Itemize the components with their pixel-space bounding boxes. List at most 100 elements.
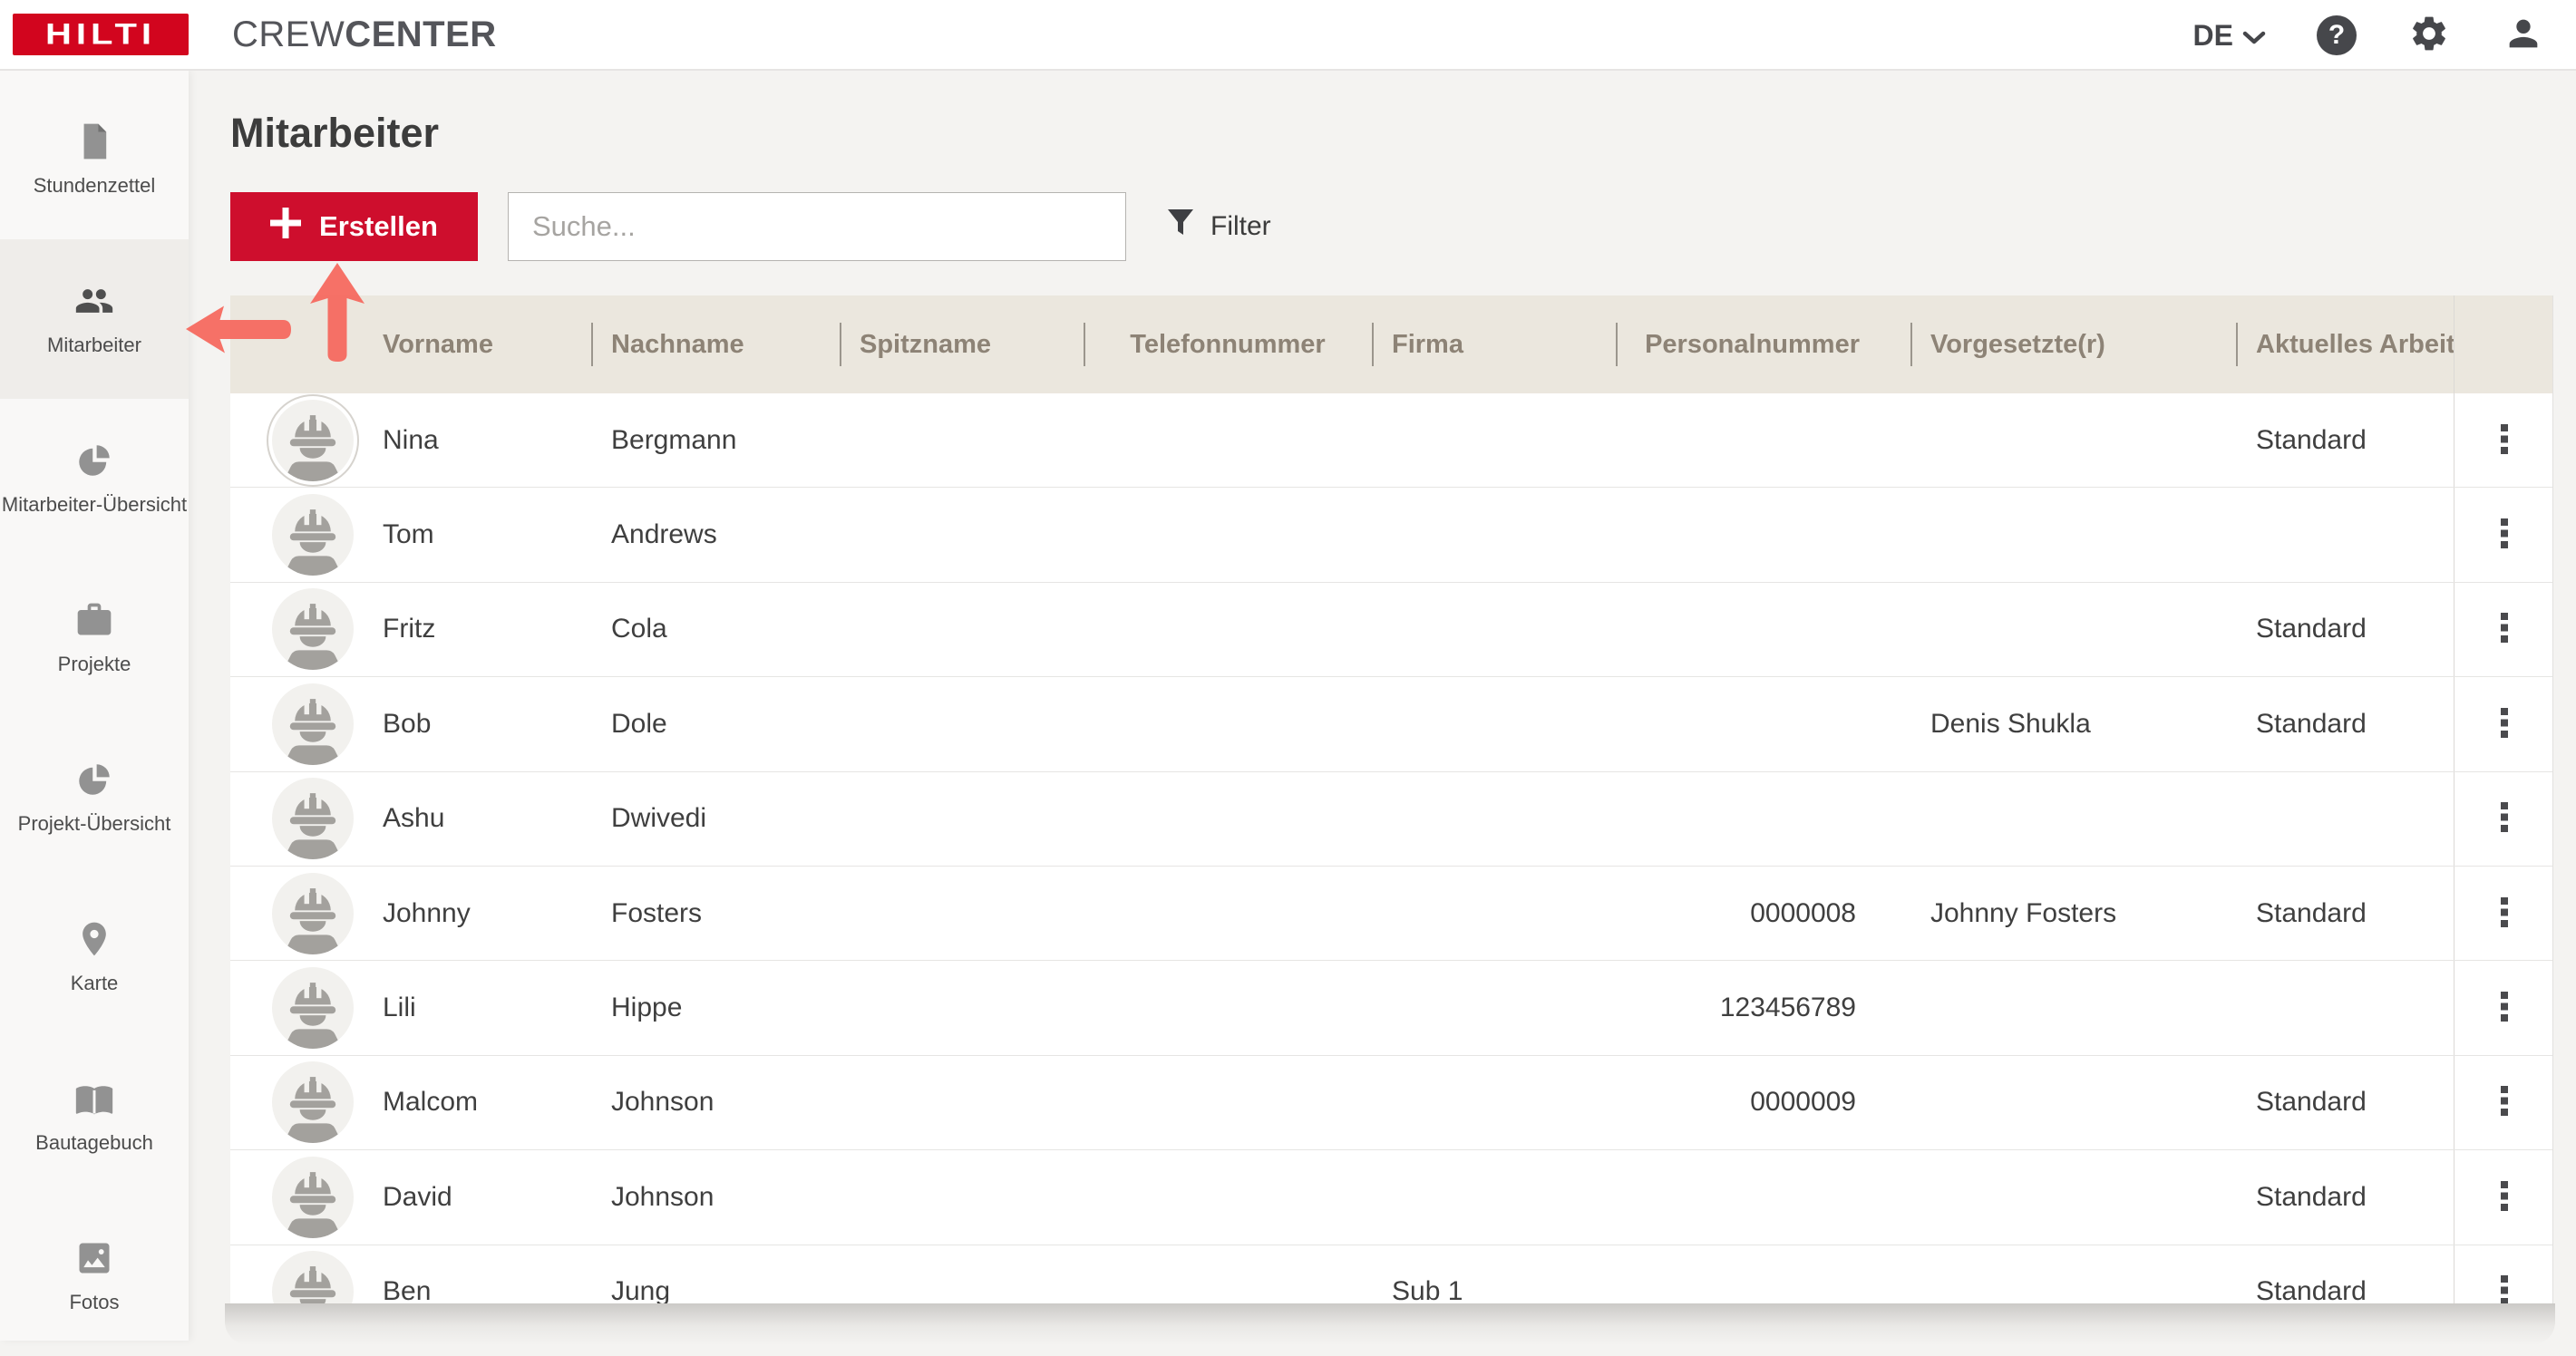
sidebar-item-label: Mitarbeiter [47, 334, 141, 356]
row-menu-button[interactable] [2490, 1264, 2519, 1303]
main-content: Mitarbeiter Erstellen Filter Vorname Nach… [189, 71, 2576, 1345]
document-icon [74, 121, 114, 161]
chevron-down-icon [2242, 19, 2266, 53]
cell-avatar [230, 583, 363, 676]
kebab-icon [2500, 1275, 2508, 1303]
gear-icon [2408, 13, 2450, 59]
table-row[interactable]: Bob Dole Denis Shukla Standard [230, 677, 2552, 772]
cell-nachname: Hippe [611, 993, 683, 1023]
worker-avatar-icon [272, 588, 354, 671]
row-menu-button[interactable] [2490, 697, 2519, 751]
cell-spitzname [840, 867, 1084, 960]
map-pin-icon [74, 919, 114, 959]
sidebar-item-label: Karte [70, 972, 119, 994]
people-icon [74, 281, 114, 321]
header-vorgesetzte: Vorgesetzte(r) [1910, 295, 2236, 393]
filter-button[interactable]: Filter [1166, 192, 1271, 261]
sidebar-item-fotos[interactable]: Fotos [0, 1196, 189, 1356]
row-menu-button[interactable] [2490, 508, 2519, 562]
cell-arbeitszeit: Standard [2256, 1181, 2367, 1212]
cell-vorname: Lili [383, 993, 416, 1023]
row-menu-button[interactable] [2490, 413, 2519, 468]
row-menu-button[interactable] [2490, 981, 2519, 1035]
cell-arbeitszeit [2236, 961, 2454, 1054]
cell-arbeitszeit: Standard [2256, 1087, 2367, 1118]
row-menu-button[interactable] [2490, 791, 2519, 846]
hilti-logo[interactable]: HILTI [13, 14, 189, 55]
cell-vorgesetzte [1910, 961, 2236, 1054]
cell-vorgesetzte [1910, 1056, 2236, 1149]
sidebar-item-mitarbeiter-uebersicht[interactable]: Mitarbeiter-Übersicht [0, 399, 189, 558]
cell-vorname: Ashu [383, 803, 445, 834]
cell-arbeitszeit: Standard [2256, 1276, 2367, 1303]
cell-avatar [230, 1150, 363, 1244]
table-row[interactable]: Johnny Fosters 0000008 Johnny Fosters Standa… [230, 866, 2552, 962]
table-row[interactable]: Ashu Dwivedi [230, 771, 2552, 867]
sidebar-item-label: Projekte [57, 653, 131, 675]
worker-avatar-icon [272, 683, 354, 765]
cell-actions [2454, 582, 2552, 677]
help-button[interactable]: ? [2317, 15, 2357, 55]
table-row[interactable]: Fritz Cola Standard [230, 582, 2552, 678]
cell-firma [1372, 772, 1616, 866]
pie-chart-icon [74, 441, 114, 480]
settings-button[interactable] [2407, 14, 2451, 57]
row-menu-button[interactable] [2490, 1075, 2519, 1129]
cell-nachname: Bergmann [611, 424, 737, 455]
cell-avatar [230, 393, 363, 487]
cell-telefonnummer [1084, 488, 1372, 581]
topbar-actions: DE ? [2193, 0, 2545, 71]
cell-vorgesetzte [1910, 772, 2236, 866]
cell-spitzname [840, 393, 1084, 487]
cell-spitzname [840, 677, 1084, 770]
table-row[interactable]: Ben Jung Sub 1 Standard [230, 1245, 2552, 1303]
cell-telefonnummer [1084, 677, 1372, 770]
create-button[interactable]: Erstellen [230, 192, 478, 261]
cell-vorname: Bob [383, 708, 432, 739]
cell-firma [1372, 677, 1616, 770]
sidebar-item-karte[interactable]: Karte [0, 877, 189, 1037]
kebab-icon [2500, 707, 2508, 741]
worker-avatar-icon [272, 1156, 354, 1238]
cell-firma [1372, 1056, 1616, 1149]
sidebar-item-label: Projekt-Übersicht [17, 812, 171, 835]
person-icon [2503, 13, 2544, 59]
cell-firma: Sub 1 [1392, 1276, 1463, 1303]
cell-vorname: Nina [383, 424, 439, 455]
cell-vorname: Malcom [383, 1087, 479, 1118]
search-input[interactable] [508, 192, 1126, 261]
cell-spitzname [840, 1245, 1084, 1303]
sidebar-item-label: Stundenzettel [33, 174, 156, 197]
header-vorname: Vorname [383, 329, 493, 359]
sidebar-item-stundenzettel[interactable]: Stundenzettel [0, 80, 189, 239]
cell-vorname: David [383, 1181, 452, 1212]
table-row[interactable]: Malcom Johnson 0000009 Standard [230, 1055, 2552, 1151]
row-menu-button[interactable] [2490, 602, 2519, 656]
cell-spitzname [840, 1150, 1084, 1244]
table-row[interactable]: Lili Hippe 123456789 [230, 961, 2552, 1056]
sidebar-item-projekt-uebersicht[interactable]: Projekt-Übersicht [0, 718, 189, 877]
header-actions [2454, 295, 2552, 393]
account-button[interactable] [2502, 14, 2545, 57]
sidebar-item-projekte[interactable]: Projekte [0, 558, 189, 718]
table-row[interactable]: Tom Andrews [230, 488, 2552, 583]
cell-personalnummer: 0000008 [1750, 897, 1856, 928]
language-selector[interactable]: DE [2193, 19, 2266, 53]
table-row[interactable]: David Johnson Standard [230, 1150, 2552, 1245]
header-spitzname: Spitzname [840, 295, 1084, 393]
sidebar-item-bautagebuch[interactable]: Bautagebuch [0, 1037, 189, 1196]
row-menu-button[interactable] [2490, 1170, 2519, 1225]
cell-firma [1372, 961, 1616, 1054]
kebab-icon [2500, 423, 2508, 457]
table-row[interactable]: Nina Bergmann Standard [230, 393, 2552, 489]
row-menu-button[interactable] [2490, 886, 2519, 941]
cell-spitzname [840, 1056, 1084, 1149]
cell-avatar [230, 1245, 363, 1303]
cell-nachname: Johnson [611, 1087, 714, 1118]
cell-personalnummer [1616, 1150, 1910, 1244]
cell-actions [2454, 771, 2552, 866]
book-icon [74, 1079, 114, 1119]
sidebar-item-mitarbeiter[interactable]: Mitarbeiter [0, 239, 189, 399]
table-header-row: Vorname Nachname Spitzname Telefonnummer Fir… [230, 295, 2552, 393]
cell-personalnummer [1616, 677, 1910, 770]
